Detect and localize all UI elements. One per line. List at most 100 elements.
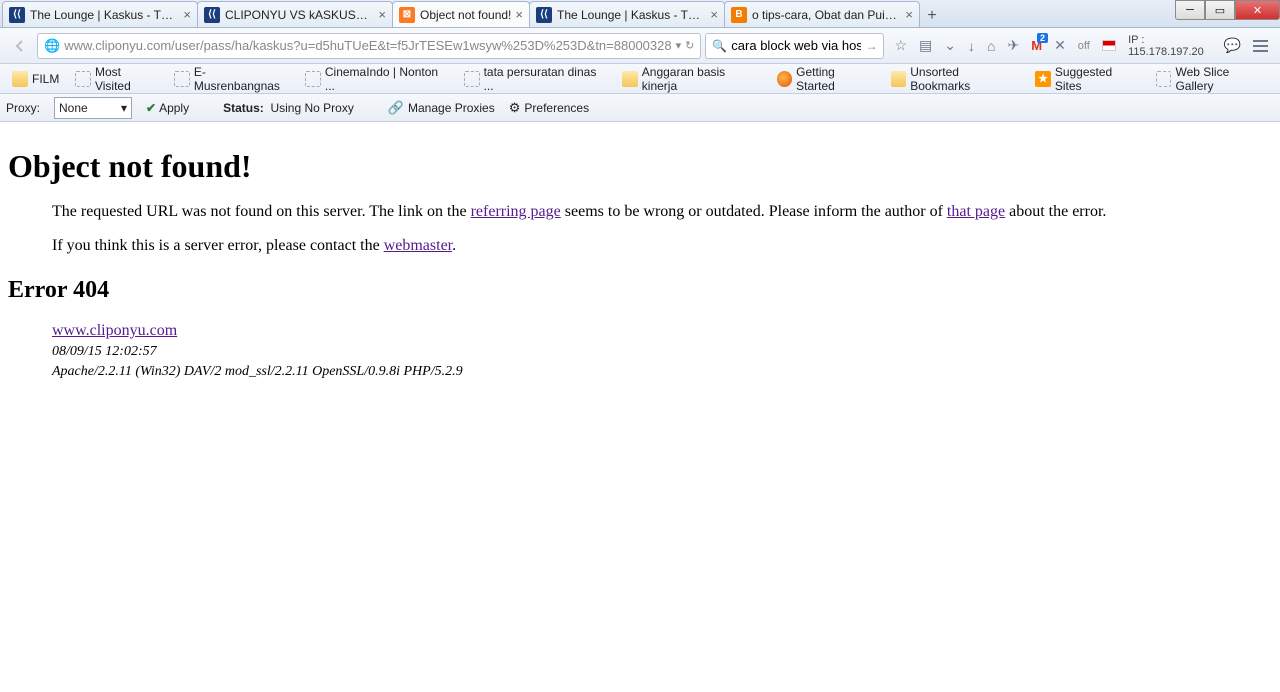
chevron-down-icon: ▾	[121, 101, 127, 115]
home-icon[interactable]: ⌂	[987, 38, 995, 54]
tab-3[interactable]: ⟨⟨ The Lounge | Kaskus - The ... ×	[529, 1, 725, 27]
pocket-icon[interactable]: ⌄	[944, 37, 956, 54]
webmaster-link[interactable]: webmaster	[384, 237, 452, 254]
ip-address: IP : 115.178.197.20	[1128, 34, 1211, 58]
kaskus-favicon: ⟨⟨	[204, 7, 220, 23]
bookmarks-bar: FILM Most Visited E-Musrenbangnas CinemaInd…	[0, 64, 1280, 94]
ff-icon	[777, 71, 793, 87]
network-icon: 🔗	[388, 100, 404, 116]
bookmark-item-8[interactable]: ★Suggested Sites	[1029, 62, 1146, 96]
status-label: Status:	[223, 101, 264, 115]
ip-off-label: off	[1078, 40, 1090, 52]
toolbar-icons: ☆ ▤ ⌄ ↓ ⌂ ✈ M2 ✕ off IP : 115.178.197.20…	[888, 34, 1274, 58]
bookmark-item-3[interactable]: CinemaIndo | Nonton ...	[299, 62, 454, 96]
proxy-bar: Proxy: None ▾ ✔ Apply Status: Using No P…	[0, 94, 1280, 122]
sugg-icon: ★	[1035, 71, 1051, 87]
arrow-left-icon	[12, 38, 28, 54]
tab-2[interactable]: ⊠ Object not found! ×	[392, 1, 530, 27]
back-button[interactable]	[6, 32, 33, 60]
window-controls: ─ ▭ ✕	[1175, 0, 1280, 20]
proxy-select[interactable]: None ▾	[54, 97, 132, 119]
reload-button[interactable]: ↻	[685, 39, 694, 52]
globe-icon: 🌐	[44, 38, 60, 54]
error-code-heading: Error 404	[8, 277, 1272, 304]
tab-title: Object not found!	[420, 8, 511, 22]
bookmark-item-0[interactable]: FILM	[6, 68, 65, 90]
tab-close-button[interactable]: ×	[378, 7, 386, 22]
tab-title: The Lounge | Kaskus - The ...	[30, 8, 179, 22]
tab-0[interactable]: ⟨⟨ The Lounge | Kaskus - The ... ×	[2, 1, 198, 27]
bookmark-label: CinemaIndo | Nonton ...	[325, 65, 448, 93]
host-line: www.cliponyu.com	[52, 322, 1272, 340]
tab-strip: ⟨⟨The Lounge | Kaskus - The ...×⟨⟨CLIPON…	[0, 0, 1280, 28]
apply-label: Apply	[159, 101, 189, 115]
url-bar[interactable]: 🌐 www.cliponyu.com/user/pass/ha/kaskus?u…	[37, 33, 701, 59]
manage-proxies-button[interactable]: 🔗 Manage Proxies	[388, 100, 495, 116]
url-dropdown-icon[interactable]: ▾	[676, 39, 682, 52]
proxy-label: Proxy:	[6, 101, 40, 115]
tab-1[interactable]: ⟨⟨CLIPONYU VS kASKUSER | ...×	[197, 1, 393, 27]
page-heading: Object not found!	[8, 148, 1272, 185]
bookmark-item-2[interactable]: E-Musrenbangnas	[168, 62, 295, 96]
bookmark-label: Anggaran basis kinerja	[642, 65, 761, 93]
folder-icon	[891, 71, 907, 87]
gmail-badge: 2	[1037, 33, 1048, 43]
bookmark-label: FILM	[32, 72, 59, 86]
tab-title: o tips-cara, Obat dan Puisi ...	[752, 8, 901, 22]
blogger-favicon: B	[731, 7, 747, 23]
noscript-icon[interactable]: ✕	[1054, 37, 1066, 54]
bookmark-item-6[interactable]: Getting Started	[771, 62, 881, 96]
tab-close-button[interactable]: ×	[515, 7, 523, 22]
tab-close-button[interactable]: ×	[905, 7, 913, 22]
bookmark-label: Most Visited	[95, 65, 158, 93]
close-window-button[interactable]: ✕	[1235, 0, 1280, 20]
reader-icon[interactable]: ▤	[919, 37, 932, 54]
bookmark-star-icon[interactable]: ☆	[894, 37, 907, 54]
search-go-button[interactable]: →	[865, 39, 877, 53]
bookmark-item-5[interactable]: Anggaran basis kinerja	[616, 62, 766, 96]
download-icon[interactable]: ↓	[968, 38, 975, 54]
minimize-button[interactable]: ─	[1175, 0, 1205, 20]
error-paragraph-1: The requested URL was not found on this …	[52, 203, 1272, 221]
xampp-favicon: ⊠	[399, 7, 415, 23]
that-page-link[interactable]: that page	[947, 203, 1005, 220]
gear-icon: ⚙	[509, 100, 521, 116]
bookmark-label: Unsorted Bookmarks	[910, 65, 1019, 93]
mv-icon	[75, 71, 91, 87]
status-value: Using No Proxy	[270, 101, 353, 115]
referring-page-link[interactable]: referring page	[471, 203, 561, 220]
proxy-value: None	[59, 101, 88, 115]
tab-close-button[interactable]: ×	[710, 7, 718, 22]
send-icon[interactable]: ✈	[1007, 37, 1019, 54]
generic-icon	[1156, 71, 1172, 87]
page-content: Object not found! The requested URL was …	[0, 122, 1280, 394]
tab-close-button[interactable]: ×	[183, 7, 191, 22]
tab-title: The Lounge | Kaskus - The ...	[557, 8, 706, 22]
search-bar[interactable]: 🔍 →	[705, 33, 884, 59]
bookmark-item-4[interactable]: tata persuratan dinas ...	[458, 62, 612, 96]
chat-icon[interactable]: 💬	[1224, 37, 1241, 54]
tab-4[interactable]: Bo tips-cara, Obat dan Puisi ... ×	[724, 1, 920, 27]
bookmark-label: Suggested Sites	[1055, 65, 1140, 93]
generic-icon	[464, 71, 480, 87]
new-tab-button[interactable]: +	[919, 5, 945, 27]
bookmark-label: E-Musrenbangnas	[194, 65, 289, 93]
menu-button[interactable]	[1253, 40, 1268, 52]
search-input[interactable]	[731, 38, 861, 53]
bookmark-item-7[interactable]: Unsorted Bookmarks	[885, 62, 1026, 96]
gmail-icon[interactable]: M2	[1031, 38, 1042, 53]
folder-icon	[622, 71, 638, 87]
proxy-apply-button[interactable]: ✔ Apply	[146, 101, 189, 115]
folder-icon	[12, 71, 28, 87]
kaskus-favicon: ⟨⟨	[536, 7, 552, 23]
host-link[interactable]: www.cliponyu.com	[52, 322, 177, 339]
kaskus-favicon: ⟨⟨	[9, 7, 25, 23]
preferences-button[interactable]: ⚙ Preferences	[509, 100, 589, 116]
bookmark-item-1[interactable]: Most Visited	[69, 62, 164, 96]
maximize-button[interactable]: ▭	[1205, 0, 1235, 20]
bookmark-label: Getting Started	[796, 65, 875, 93]
check-icon: ✔	[146, 101, 156, 115]
bookmark-item-9[interactable]: Web Slice Gallery	[1150, 62, 1274, 96]
nav-toolbar: 🌐 www.cliponyu.com/user/pass/ha/kaskus?u…	[0, 28, 1280, 64]
server-signature: Apache/2.2.11 (Win32) DAV/2 mod_ssl/2.2.…	[52, 364, 1272, 380]
